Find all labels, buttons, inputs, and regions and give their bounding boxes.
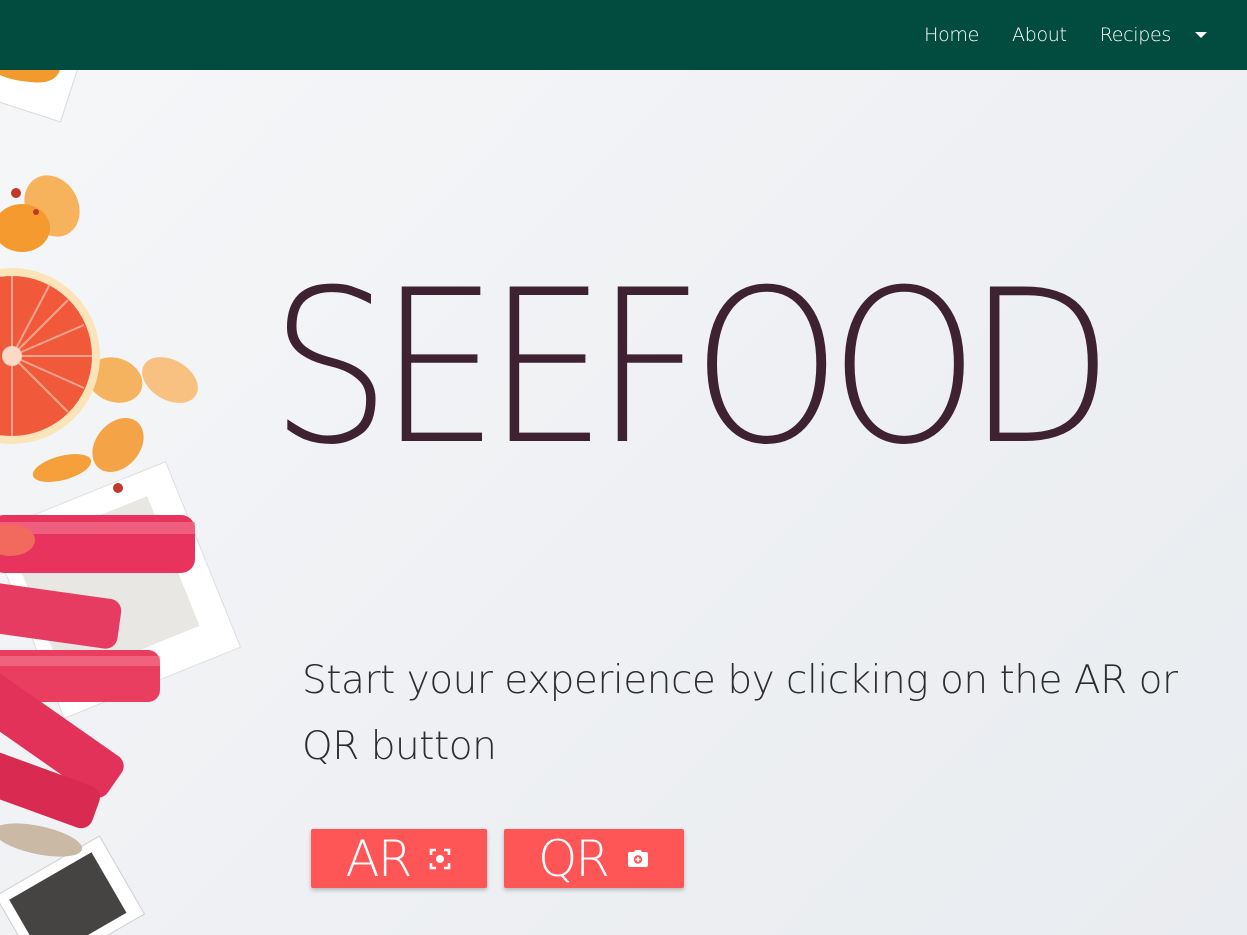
center-focus-icon: [430, 848, 451, 869]
hero-title: SEEFOOD: [270, 244, 1114, 491]
top-navbar: Home About Recipes: [0, 0, 1247, 70]
qr-button-label: QR: [537, 829, 610, 888]
qr-button[interactable]: QR: [504, 829, 684, 888]
ar-button-label: AR: [345, 829, 413, 888]
ar-button[interactable]: AR: [311, 829, 487, 888]
food-background-image: [0, 70, 242, 935]
nav-link-home[interactable]: Home: [924, 24, 979, 46]
camera-icon: [628, 849, 649, 867]
caret-down-icon[interactable]: [1195, 32, 1207, 38]
landing-page: Home About Recipes SEEFOOD Start your ex…: [0, 0, 1247, 935]
nav-link-about[interactable]: About: [1012, 24, 1067, 46]
rhubarb-stalks: [0, 515, 195, 857]
hero-subtitle: Start your experience by clicking on the…: [302, 658, 1178, 769]
nav-link-recipes[interactable]: Recipes: [1100, 24, 1172, 46]
nav-links: Home About Recipes: [891, 0, 1247, 70]
